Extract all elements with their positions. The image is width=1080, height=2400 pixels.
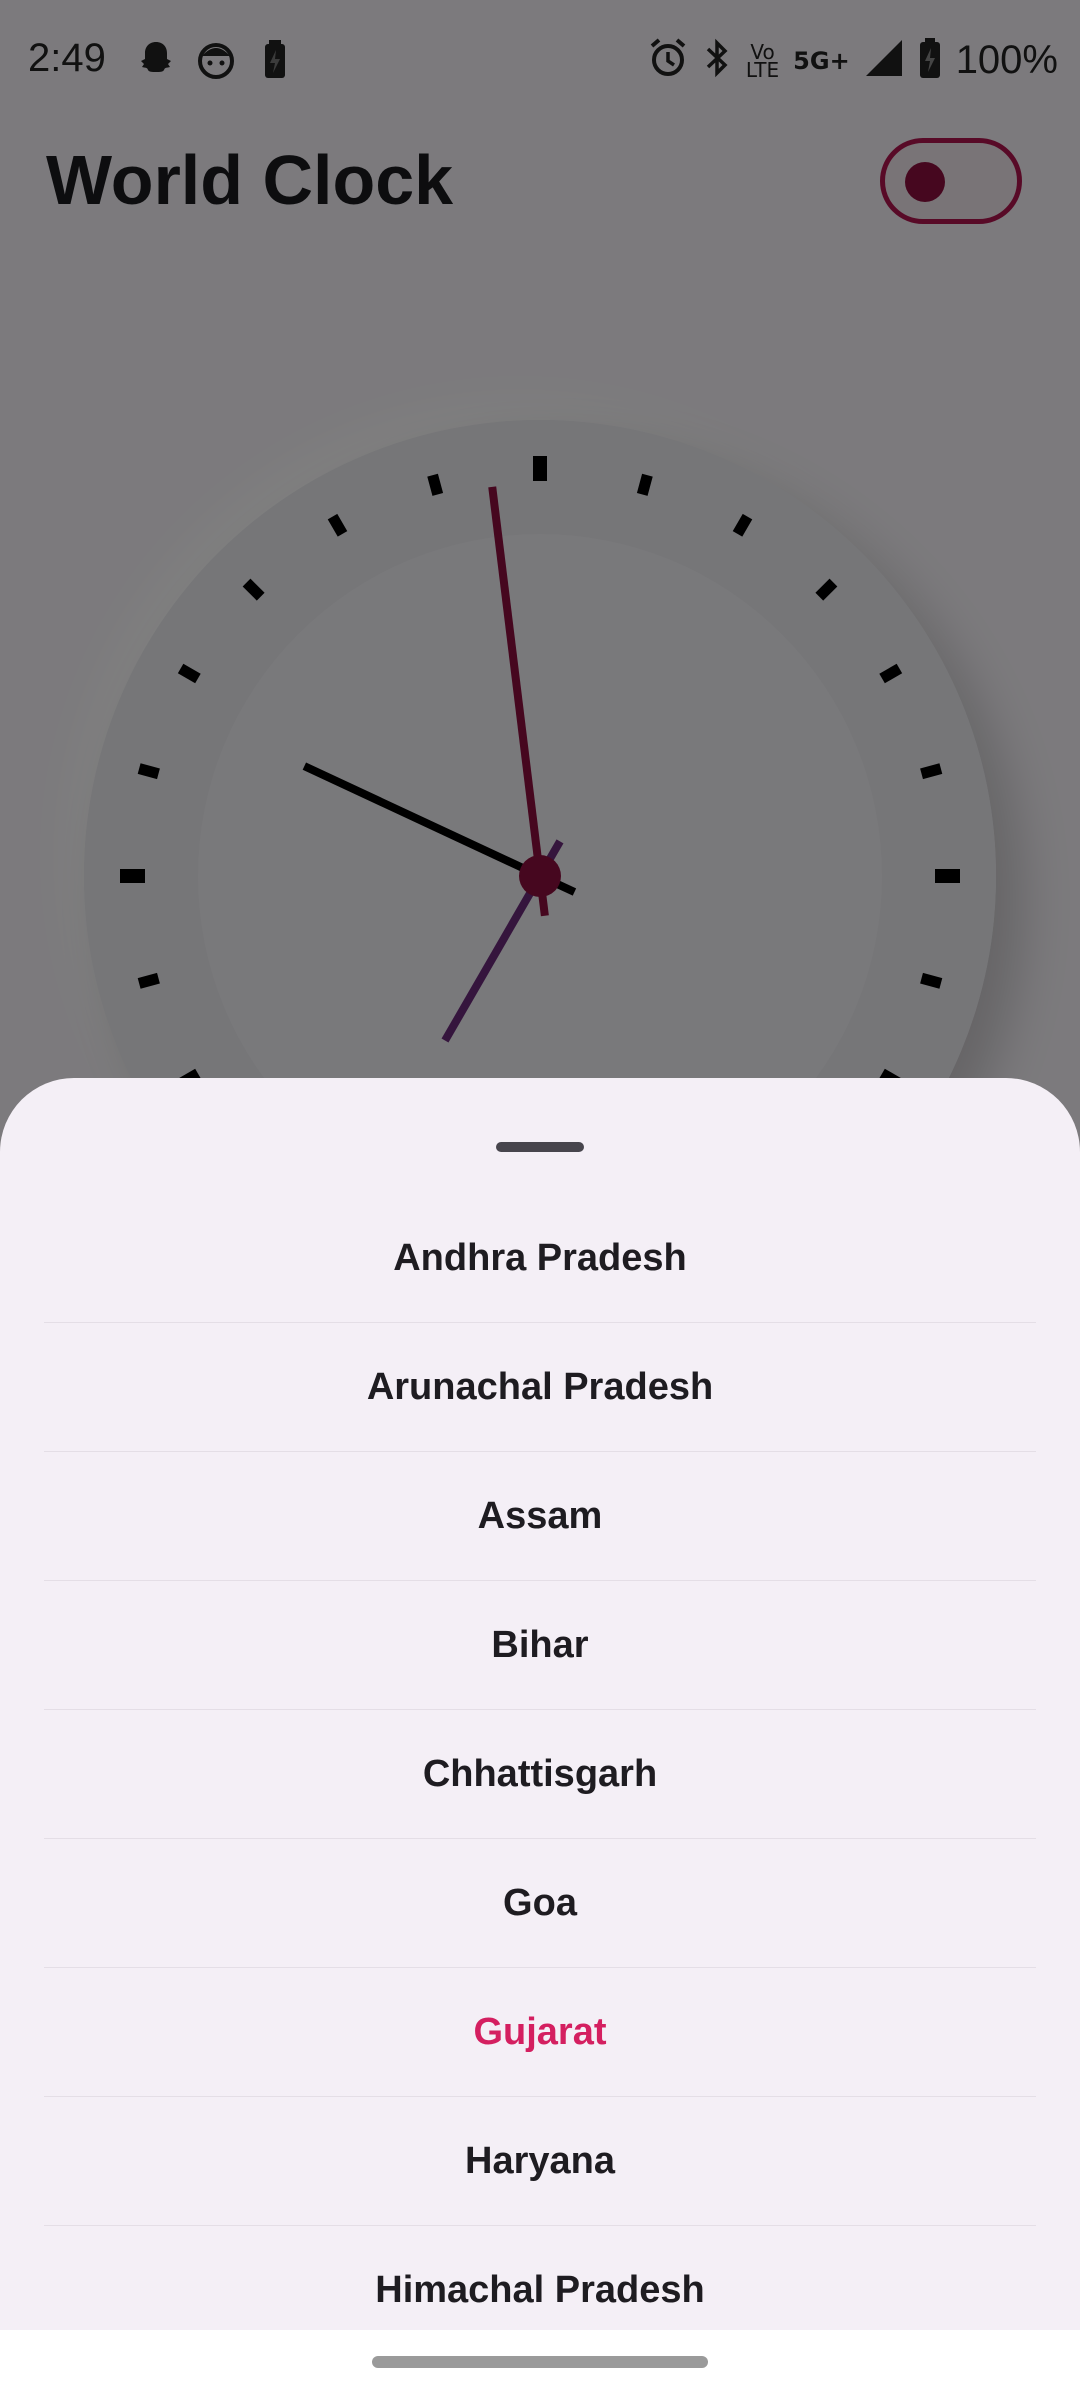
state-picker-sheet: Andhra Pradesh Arunachal Pradesh Assam B… [0,1078,1080,2400]
drag-handle[interactable] [496,1142,584,1152]
home-indicator[interactable] [372,2356,708,2368]
state-option[interactable]: Arunachal Pradesh [44,1323,1036,1452]
state-option[interactable]: Assam [44,1452,1036,1581]
app-root: 2:49 Vo LTE 5G+ [0,0,1080,2400]
navigation-bar [0,2330,1080,2400]
state-option[interactable]: Goa [44,1839,1036,1968]
state-option-selected[interactable]: Gujarat [44,1968,1036,2097]
state-option[interactable]: Haryana [44,2097,1036,2226]
state-option[interactable]: Andhra Pradesh [44,1194,1036,1323]
state-option[interactable]: Chhattisgarh [44,1710,1036,1839]
state-option[interactable]: Bihar [44,1581,1036,1710]
state-list: Andhra Pradesh Arunachal Pradesh Assam B… [44,1194,1036,2355]
